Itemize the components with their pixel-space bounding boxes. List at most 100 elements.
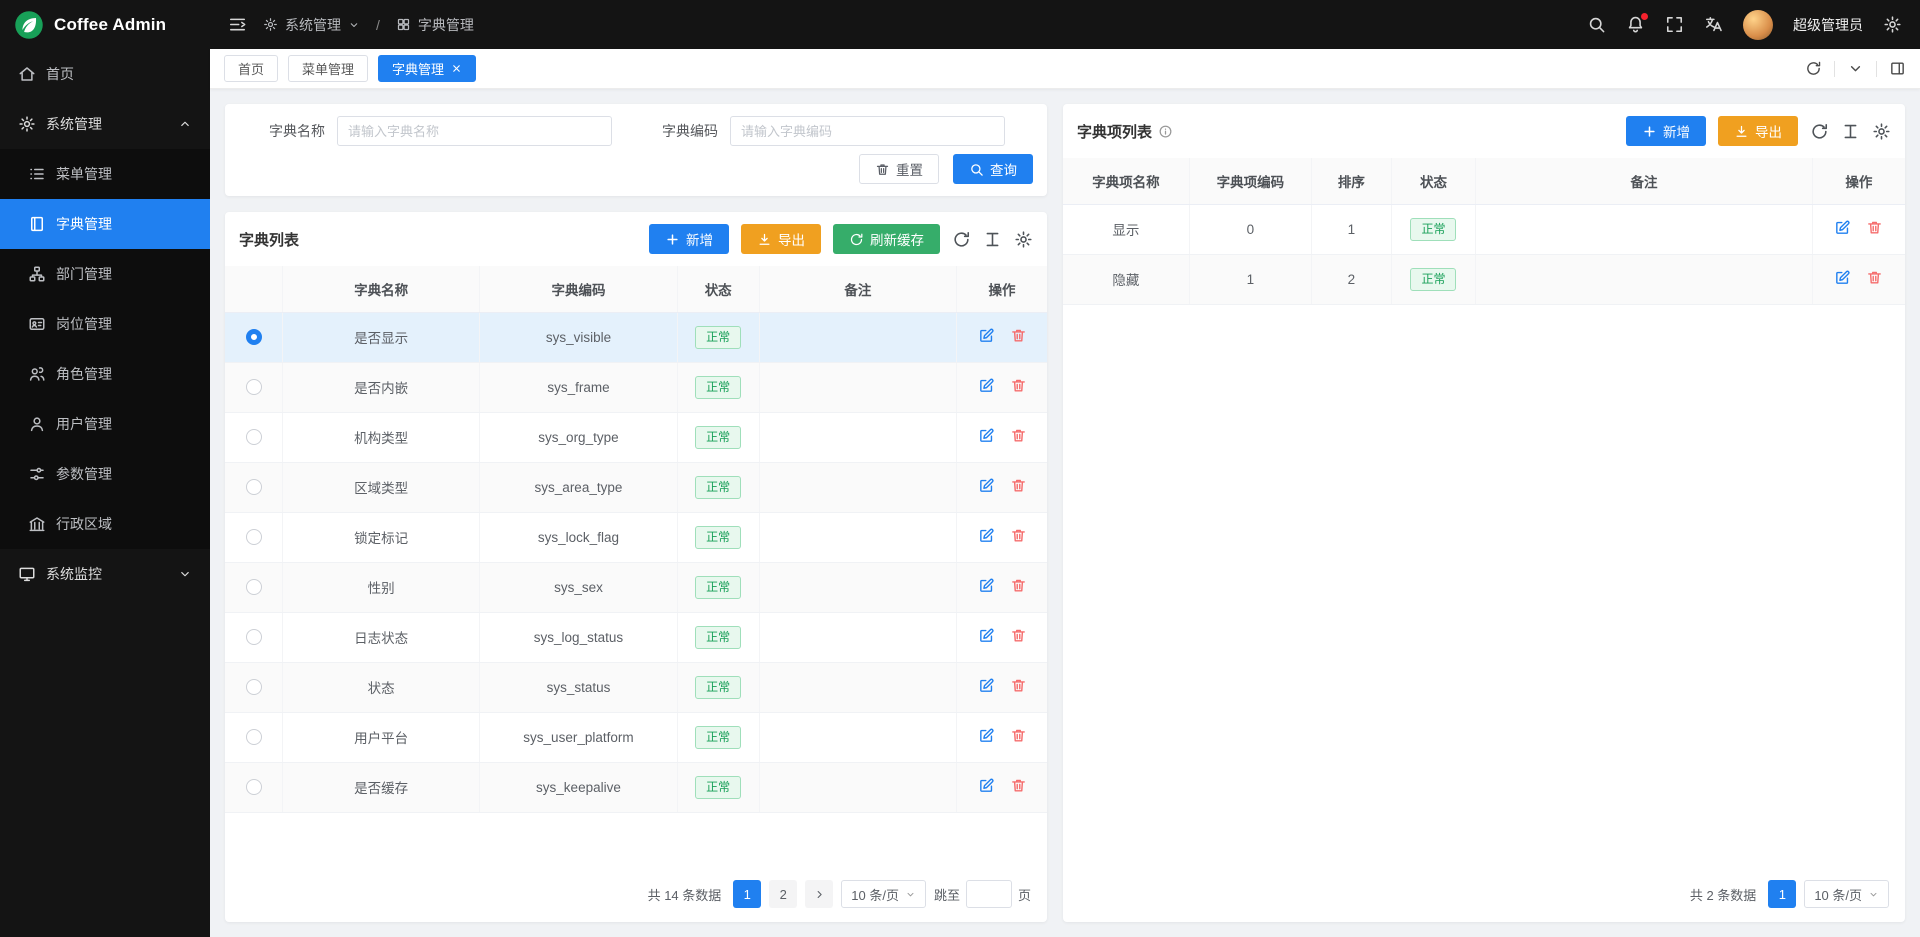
- add-dict-button[interactable]: 新增: [649, 224, 729, 254]
- page-button-2[interactable]: 2: [769, 880, 797, 908]
- sidebar-subitem-person[interactable]: 用户管理: [0, 399, 210, 449]
- breadcrumb-dict[interactable]: 字典管理: [396, 15, 474, 35]
- row-select-radio[interactable]: [246, 379, 262, 395]
- column-settings-icon[interactable]: [1841, 122, 1860, 141]
- dict-row[interactable]: 是否内嵌 sys_frame 正常: [225, 362, 1047, 412]
- edit-icon[interactable]: [978, 327, 995, 344]
- dict-table-body: 是否显示 sys_visible 正常 是否内嵌 sys_frame 正常 机构…: [225, 312, 1047, 812]
- export-dict-items-button[interactable]: 导出: [1718, 116, 1798, 146]
- edit-icon[interactable]: [978, 377, 995, 394]
- row-select-radio[interactable]: [246, 629, 262, 645]
- dict-row[interactable]: 锁定标记 sys_lock_flag 正常: [225, 512, 1047, 562]
- translate-icon[interactable]: [1704, 15, 1723, 34]
- refresh-cache-button[interactable]: 刷新缓存: [833, 224, 940, 254]
- dict-row[interactable]: 日志状态 sys_log_status 正常: [225, 612, 1047, 662]
- sidebar-subitem-sliders[interactable]: 参数管理: [0, 449, 210, 499]
- info-icon[interactable]: [1158, 124, 1173, 139]
- dict-row[interactable]: 机构类型 sys_org_type 正常: [225, 412, 1047, 462]
- dict-row[interactable]: 区域类型 sys_area_type 正常: [225, 462, 1047, 512]
- refresh-icon[interactable]: [1810, 122, 1829, 141]
- dict-item-row[interactable]: 显示 0 1 正常: [1063, 204, 1905, 254]
- add-dict-item-button[interactable]: 新增: [1626, 116, 1706, 146]
- sidebar-item-system-monitor[interactable]: 系统监控: [0, 549, 210, 599]
- delete-icon[interactable]: [1010, 627, 1027, 644]
- dict-row[interactable]: 状态 sys_status 正常: [225, 662, 1047, 712]
- reset-button[interactable]: 重置: [859, 154, 939, 184]
- table-settings-gear-icon[interactable]: [1872, 122, 1891, 141]
- dict-code-input[interactable]: [730, 116, 1005, 146]
- row-select-radio[interactable]: [246, 679, 262, 695]
- dict-row[interactable]: 是否显示 sys_visible 正常: [225, 312, 1047, 362]
- delete-icon[interactable]: [1010, 427, 1027, 444]
- delete-icon[interactable]: [1010, 477, 1027, 494]
- refresh-icon[interactable]: [952, 230, 971, 249]
- sidebar-subitem-list[interactable]: 菜单管理: [0, 149, 210, 199]
- chevron-down-icon[interactable]: [1847, 60, 1864, 77]
- delete-icon[interactable]: [1866, 219, 1883, 236]
- dict-row[interactable]: 是否缓存 sys_keepalive 正常: [225, 762, 1047, 812]
- sidebar-subitem-book[interactable]: 字典管理: [0, 199, 210, 249]
- edit-icon[interactable]: [978, 627, 995, 644]
- export-dict-button[interactable]: 导出: [741, 224, 821, 254]
- settings-gear-icon[interactable]: [1883, 15, 1902, 34]
- dict-name-input[interactable]: [337, 116, 612, 146]
- refresh-icon[interactable]: [1805, 60, 1822, 77]
- dict-item-row[interactable]: 隐藏 1 2 正常: [1063, 254, 1905, 304]
- close-icon[interactable]: [451, 63, 462, 74]
- row-select-radio[interactable]: [246, 779, 262, 795]
- collapse-sidebar-icon[interactable]: [228, 15, 247, 34]
- row-select-radio[interactable]: [246, 579, 262, 595]
- delete-icon[interactable]: [1010, 377, 1027, 394]
- tab-dict-management[interactable]: 字典管理: [378, 55, 476, 82]
- delete-icon[interactable]: [1010, 777, 1027, 794]
- sidebar-subitem-bank[interactable]: 行政区域: [0, 499, 210, 549]
- query-button[interactable]: 查询: [953, 154, 1033, 184]
- sidebar-subitem-people[interactable]: 角色管理: [0, 349, 210, 399]
- sidebar-subitem-idcard[interactable]: 岗位管理: [0, 299, 210, 349]
- dict-name-cell: 用户平台: [283, 712, 480, 762]
- page-size-select[interactable]: 10 条/页: [1804, 880, 1889, 908]
- avatar[interactable]: [1743, 10, 1773, 40]
- sidebar-item-system-management[interactable]: 系统管理: [0, 99, 210, 149]
- next-page-button[interactable]: [805, 880, 833, 908]
- delete-icon[interactable]: [1010, 327, 1027, 344]
- search-icon[interactable]: [1587, 15, 1606, 34]
- edit-icon[interactable]: [978, 577, 995, 594]
- row-select-radio[interactable]: [246, 429, 262, 445]
- sidebar-subitem-tree[interactable]: 部门管理: [0, 249, 210, 299]
- delete-icon[interactable]: [1010, 677, 1027, 694]
- edit-icon[interactable]: [978, 677, 995, 694]
- tab-home[interactable]: 首页: [224, 55, 278, 82]
- page-button-1[interactable]: 1: [1768, 880, 1796, 908]
- edit-icon[interactable]: [1834, 269, 1851, 286]
- row-select-radio[interactable]: [246, 329, 262, 345]
- table-settings-gear-icon[interactable]: [1014, 230, 1033, 249]
- delete-icon[interactable]: [1010, 527, 1027, 544]
- notifications-button[interactable]: [1626, 15, 1645, 34]
- delete-icon[interactable]: [1010, 727, 1027, 744]
- delete-icon[interactable]: [1010, 577, 1027, 594]
- user-name[interactable]: 超级管理员: [1793, 15, 1863, 35]
- jump-page-input[interactable]: [966, 880, 1012, 908]
- row-select-radio[interactable]: [246, 729, 262, 745]
- delete-icon[interactable]: [1866, 269, 1883, 286]
- page-button-1[interactable]: 1: [733, 880, 761, 908]
- edit-icon[interactable]: [1834, 219, 1851, 236]
- edit-icon[interactable]: [978, 477, 995, 494]
- edit-icon[interactable]: [978, 427, 995, 444]
- edit-icon[interactable]: [978, 777, 995, 794]
- breadcrumb-system[interactable]: 系统管理: [263, 15, 360, 35]
- page-size-select[interactable]: 10 条/页: [841, 880, 926, 908]
- row-select-radio[interactable]: [246, 479, 262, 495]
- remark-cell: [759, 362, 956, 412]
- fullscreen-icon[interactable]: [1665, 15, 1684, 34]
- layout-icon[interactable]: [1889, 60, 1906, 77]
- row-select-radio[interactable]: [246, 529, 262, 545]
- column-settings-icon[interactable]: [983, 230, 1002, 249]
- dict-row[interactable]: 性别 sys_sex 正常: [225, 562, 1047, 612]
- dict-row[interactable]: 用户平台 sys_user_platform 正常: [225, 712, 1047, 762]
- tab-menu-management[interactable]: 菜单管理: [288, 55, 368, 82]
- sidebar-item-home[interactable]: 首页: [0, 49, 210, 99]
- edit-icon[interactable]: [978, 727, 995, 744]
- edit-icon[interactable]: [978, 527, 995, 544]
